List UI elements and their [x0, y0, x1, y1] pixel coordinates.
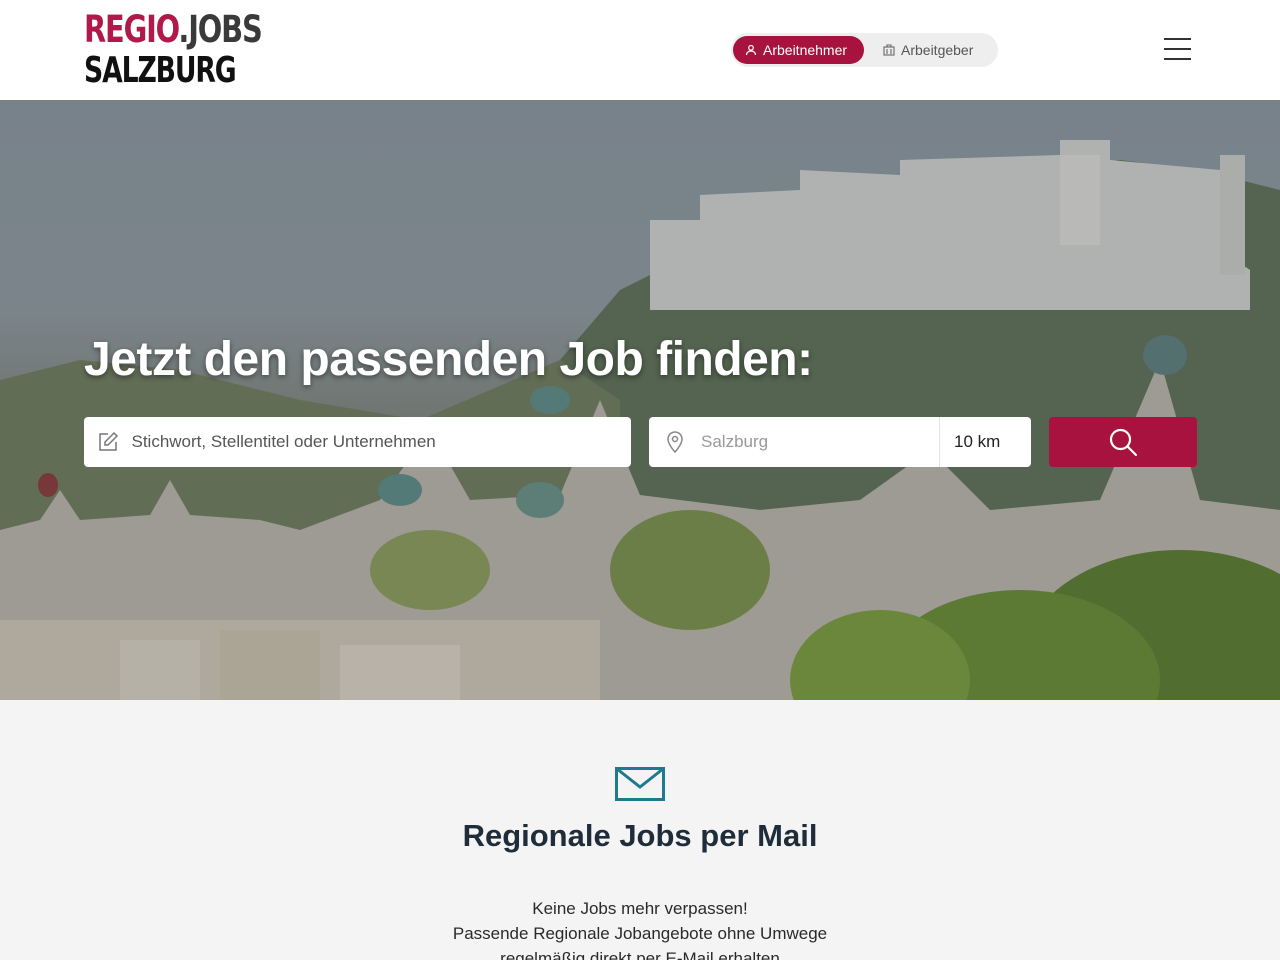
- envelope-icon: [615, 767, 665, 801]
- job-mail-section: Regionale Jobs per Mail Keine Jobs mehr …: [0, 700, 1280, 960]
- search-button[interactable]: [1049, 417, 1197, 467]
- role-toggle: Arbeitnehmer Arbeitgeber: [731, 33, 998, 67]
- location-input[interactable]: [701, 432, 939, 452]
- hero-section: Jetzt den passenden Job finden: 10 km: [0, 100, 1280, 700]
- building-icon: [883, 44, 895, 56]
- location-search-field[interactable]: 10 km: [649, 417, 1031, 467]
- edit-icon: [84, 431, 131, 453]
- logo-region: SALZBURG: [84, 50, 237, 91]
- employee-toggle-button[interactable]: Arbeitnehmer: [733, 36, 864, 64]
- mail-text-line-1: Keine Jobs mehr verpassen!: [532, 899, 748, 918]
- employer-toggle-button[interactable]: Arbeitgeber: [871, 36, 991, 64]
- logo[interactable]: REGIO.JOBS SALZBURG: [84, 11, 312, 89]
- hamburger-icon[interactable]: [1162, 36, 1192, 62]
- keyword-search-input[interactable]: [131, 432, 631, 452]
- mail-section-text: Keine Jobs mehr verpassen! Passende Regi…: [0, 896, 1280, 960]
- employer-label: Arbeitgeber: [901, 42, 974, 58]
- hero-overlay: [0, 100, 1280, 700]
- hero-title: Jetzt den passenden Job finden:: [84, 333, 813, 386]
- person-icon: [745, 44, 757, 56]
- site-header: REGIO.JOBS SALZBURG Arbeitnehmer Arbeitg…: [0, 0, 1280, 100]
- search-icon: [1109, 428, 1138, 457]
- mail-text-line-3: regelmäßig direkt per E-Mail erhalten: [500, 949, 780, 960]
- radius-select[interactable]: 10 km: [939, 417, 1031, 467]
- mail-section-title: Regionale Jobs per Mail: [462, 818, 818, 853]
- logo-wordmark: REGIO.JOBS: [84, 8, 263, 51]
- employee-label: Arbeitnehmer: [763, 42, 848, 58]
- location-pin-icon: [649, 430, 701, 454]
- keyword-search-field[interactable]: [84, 417, 631, 467]
- mail-text-line-2: Passende Regionale Jobangebote ohne Umwe…: [452, 924, 828, 943]
